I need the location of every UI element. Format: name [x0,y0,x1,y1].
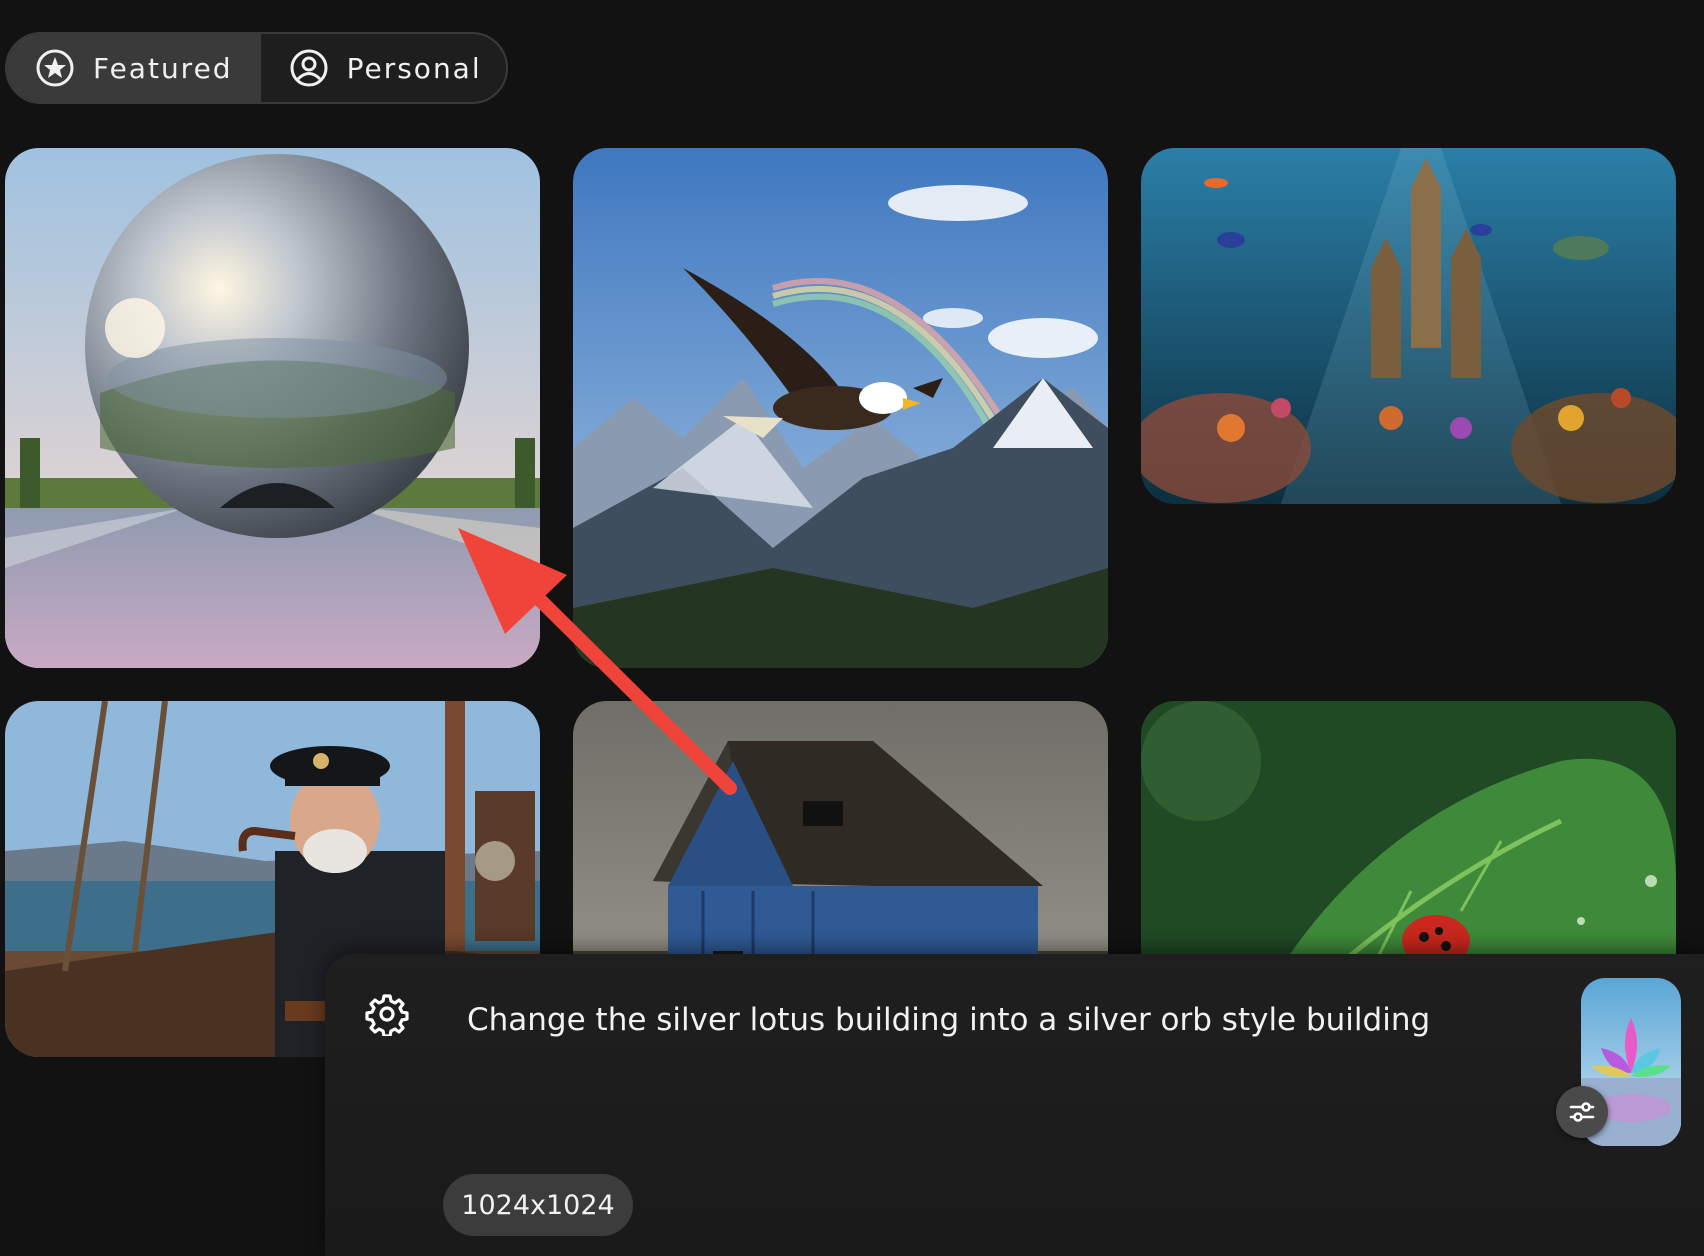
adjust-button[interactable] [1556,1086,1608,1138]
star-circle-icon [35,48,75,88]
sliders-icon [1569,1102,1595,1122]
silver-orb-image [5,148,540,668]
gear-icon[interactable] [365,992,409,1038]
tab-personal[interactable]: Personal [261,34,506,102]
gallery-item-underwater[interactable] [1141,148,1676,504]
user-circle-icon [289,48,329,88]
tab-featured[interactable]: Featured [7,34,261,102]
prompt-text[interactable]: Change the silver lotus building into a … [467,1002,1430,1038]
gallery-item-eagle[interactable] [573,148,1108,668]
gallery-item-silver-orb[interactable] [5,148,540,668]
size-chip[interactable]: 1024x1024 [443,1174,633,1236]
underwater-image [1141,148,1676,504]
tab-featured-label: Featured [93,51,233,85]
view-tabs: Featured Personal [5,32,508,104]
prompt-panel: Change the silver lotus building into a … [325,954,1704,1256]
eagle-image [573,148,1108,668]
tab-personal-label: Personal [346,51,482,85]
